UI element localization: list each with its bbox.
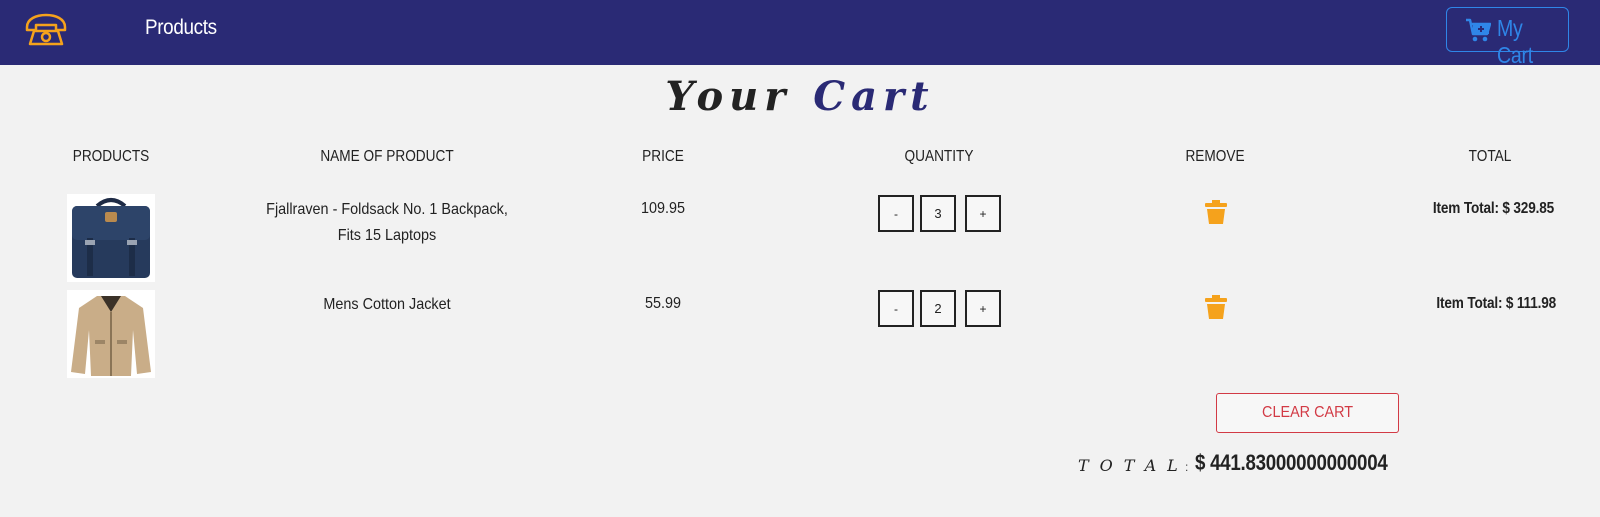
row1-item-total: Item Total: $ 329.85 <box>1432 200 1554 217</box>
row1-quantity-value: 3 <box>920 195 956 232</box>
page-title: Your Cart <box>0 73 1600 120</box>
header-price: PRICE <box>642 148 684 165</box>
row1-decrement-button[interactable]: - <box>878 195 914 232</box>
row2-item-total: Item Total: $ 111.98 <box>1436 295 1556 312</box>
header-quantity: QUANTITY <box>904 148 974 165</box>
trash-icon[interactable] <box>1205 295 1227 319</box>
my-cart-button[interactable]: My Cart <box>1446 7 1569 68</box>
row2-decrement-button[interactable]: - <box>878 290 914 327</box>
row2-quantity-value: 2 <box>920 290 956 327</box>
total-colon: : <box>1185 460 1189 474</box>
row2-increment-button[interactable]: + <box>965 290 1001 327</box>
nav-products-link[interactable]: Products <box>145 16 217 40</box>
row1-product-name: Fjallraven - Foldsack No. 1 Backpack, Fi… <box>266 201 508 244</box>
title-word-your: Your <box>665 73 792 120</box>
header-remove: REMOVE <box>1185 148 1245 165</box>
navbar: Products My Cart <box>0 0 1600 68</box>
title-word-cart: Cart <box>813 73 935 120</box>
header-total: TOTAL <box>1468 148 1512 165</box>
phone-icon[interactable] <box>24 13 68 47</box>
clear-cart-label: CLEAR CART <box>1262 404 1353 421</box>
header-products: PRODUCTS <box>72 148 150 165</box>
row1-increment-button[interactable]: + <box>965 195 1001 232</box>
my-cart-label: My Cart <box>1497 15 1533 68</box>
total-label: TOTAL <box>1078 456 1189 475</box>
trash-icon[interactable] <box>1205 200 1227 224</box>
jacket-image[interactable] <box>67 290 155 378</box>
row1-price: 109.95 <box>640 200 686 217</box>
row2-product-name: Mens Cotton Jacket <box>323 296 451 313</box>
row2-price: 55.99 <box>644 295 682 312</box>
total-value: $ 441.83000000000004 <box>1195 450 1388 475</box>
cart-icon <box>1466 18 1491 42</box>
backpack-image[interactable] <box>67 194 155 282</box>
clear-cart-button[interactable]: CLEAR CART <box>1216 393 1399 433</box>
header-name: NAME OF PRODUCT <box>320 148 454 165</box>
